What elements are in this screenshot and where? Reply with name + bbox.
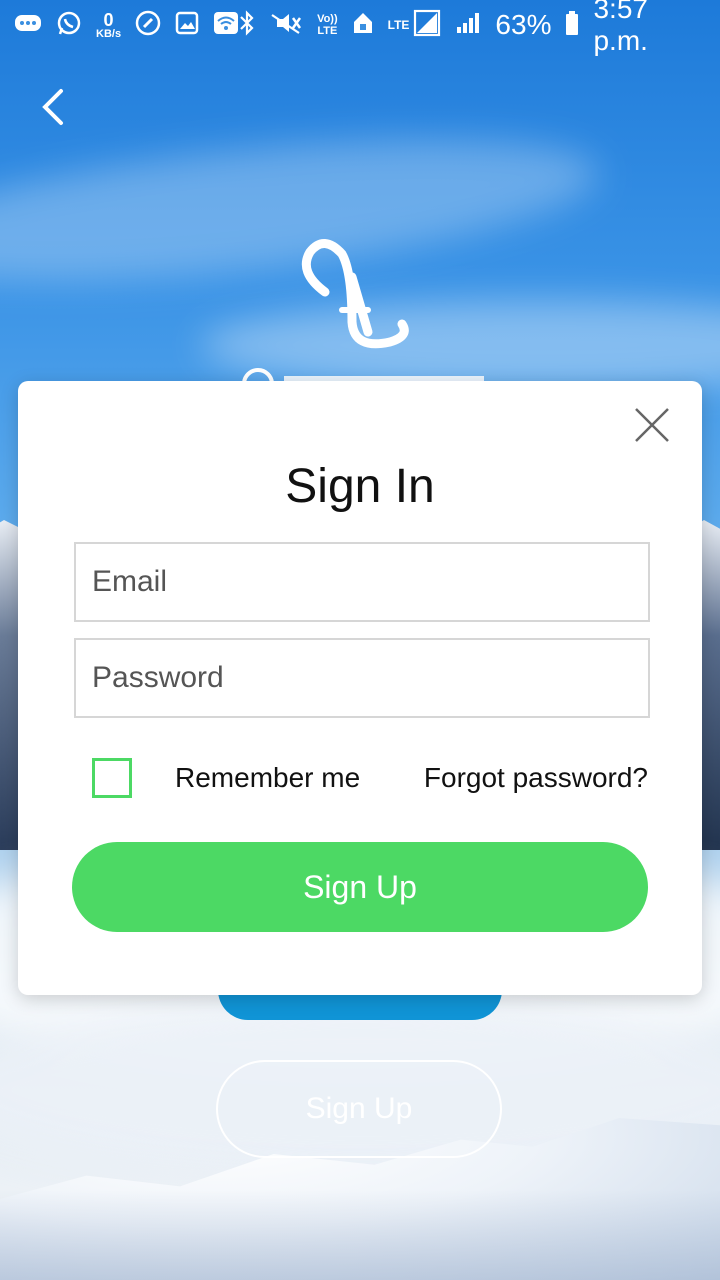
gallery-icon (175, 11, 199, 39)
lte-label: LTE (387, 18, 410, 32)
status-bar-right: Vo)) LTE LTE 63% 3:57 p.m. (239, 0, 706, 57)
cell-signal-icon (455, 11, 481, 39)
status-bar: 0 KB/s Vo)) LTE LTE 63% 3:57 p.m. (0, 0, 720, 56)
close-button[interactable] (634, 407, 670, 443)
password-field[interactable] (74, 638, 650, 718)
signup-button[interactable]: Sign Up (216, 1060, 502, 1158)
forgot-password-link[interactable]: Forgot password? (424, 762, 648, 794)
app-logo (290, 232, 420, 362)
signal-group: LTE (388, 9, 442, 42)
phone-icon (135, 10, 161, 40)
close-icon (635, 408, 669, 442)
battery-icon (565, 10, 579, 40)
volte-icon: Vo)) LTE (317, 12, 338, 37)
remember-me-checkbox[interactable] (92, 758, 132, 798)
battery-percent: 63% (495, 9, 552, 40)
email-field[interactable] (74, 542, 650, 622)
sim-signal-icon (413, 9, 441, 42)
sign-in-dialog: Sign In Remember me Forgot password? Sig… (18, 381, 702, 995)
mute-icon (269, 11, 303, 39)
network-speed-value: 0 (103, 9, 114, 30)
snow-shadow (0, 1190, 720, 1280)
status-bar-left: 0 KB/s (14, 10, 239, 40)
home-icon (352, 11, 374, 39)
clock: 3:57 p.m. (593, 0, 648, 56)
remember-me-label: Remember me (175, 762, 361, 793)
network-speed: 0 KB/s (96, 11, 121, 40)
app-screen: 0 KB/s Vo)) LTE LTE 63% 3:57 p.m. Sign U… (0, 0, 720, 1280)
bluetooth-icon (239, 10, 255, 40)
dialog-title: Sign In (285, 460, 435, 513)
chevron-left-icon (42, 89, 63, 125)
whatsapp-icon (56, 10, 82, 40)
message-icon (14, 12, 42, 38)
wifi-hotspot-icon (213, 11, 239, 39)
sign-up-button[interactable]: Sign Up (72, 842, 648, 932)
back-button[interactable] (30, 82, 74, 132)
network-speed-unit: KB/s (96, 27, 122, 40)
